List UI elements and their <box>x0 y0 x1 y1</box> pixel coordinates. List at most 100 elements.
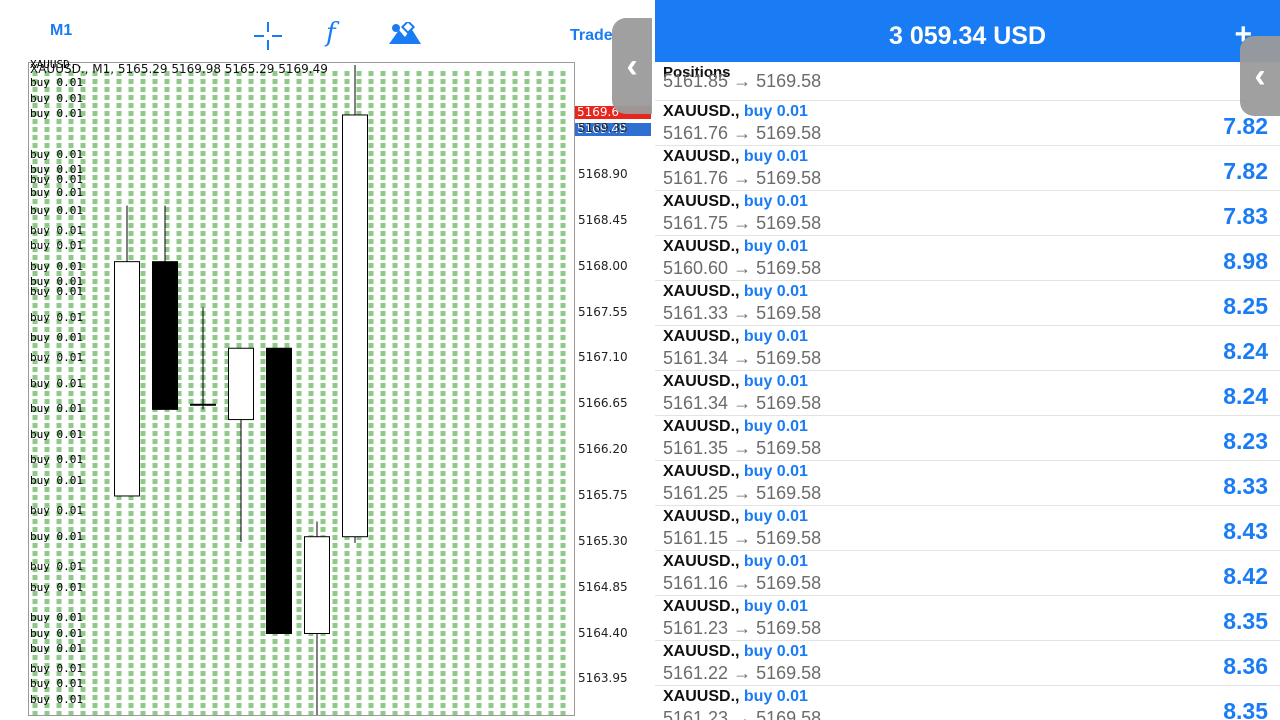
order-label: buy 0.01 <box>30 504 83 518</box>
position-side: buy 0.01 <box>743 148 808 165</box>
position-prices: 5161.76 → 5169.58 <box>663 123 822 143</box>
position-side: buy 0.01 <box>743 103 808 120</box>
position-profit: 8.35 <box>1223 698 1268 720</box>
objects-icon[interactable] <box>388 19 422 46</box>
position-profit: 8.24 <box>1223 338 1268 364</box>
position-prices: 5161.75 → 5169.58 <box>663 213 822 233</box>
position-profit: 8.23 <box>1223 428 1268 454</box>
trade-button[interactable]: Trade <box>570 27 613 45</box>
order-label: buy 0.01 <box>30 259 83 273</box>
positions-pane: 3 059.34 USD + Positions 5161.85 → 5169.… <box>655 0 1280 720</box>
candle-body <box>190 403 216 406</box>
price-tick: 5164.40 <box>578 625 628 640</box>
order-label: buy 0.01 <box>30 611 83 625</box>
chart-collapse-button[interactable]: ‹ <box>612 18 652 114</box>
position-profit: 7.82 <box>1223 158 1268 184</box>
balance-bar: 3 059.34 USD + <box>655 0 1280 62</box>
position-profit: 7.83 <box>1223 203 1268 229</box>
order-label: buy 0.01 <box>30 473 83 487</box>
position-row[interactable]: XAUUSD., buy 0.01 5161.25 → 5169.58 8.33 <box>655 460 1280 506</box>
order-label: buy 0.01 <box>30 203 83 217</box>
position-row[interactable]: XAUUSD., buy 0.01 5161.34 → 5169.58 8.24 <box>655 370 1280 416</box>
position-prices: 5161.76 → 5169.58 <box>663 168 822 188</box>
balance-value: 3 059.34 USD <box>888 22 1047 50</box>
position-row[interactable]: XAUUSD., buy 0.01 5161.22 → 5169.58 8.36 <box>655 640 1280 686</box>
price-tick: 5166.65 <box>578 396 628 411</box>
order-label: buy 0.01 <box>30 376 83 390</box>
position-side: buy 0.01 <box>743 688 808 705</box>
order-label: buy 0.01 <box>30 529 83 543</box>
position-symbol: XAUUSD., buy 0.01 <box>663 103 808 120</box>
position-row[interactable]: XAUUSD., buy 0.01 5161.23 → 5169.58 8.35 <box>655 595 1280 641</box>
position-symbol: XAUUSD., buy 0.01 <box>663 508 808 525</box>
position-prices: 5161.34 → 5169.58 <box>663 348 822 368</box>
position-symbol: XAUUSD., buy 0.01 <box>663 193 808 210</box>
position-prices: 5161.15 → 5169.58 <box>663 528 822 548</box>
position-side: buy 0.01 <box>743 328 808 345</box>
chart-toolbar: M1 f Trade <box>0 0 655 62</box>
positions-collapse-button[interactable]: ‹ <box>1240 36 1280 116</box>
position-symbol: XAUUSD., buy 0.01 <box>663 373 808 390</box>
order-label: buy 0.01 <box>30 580 83 594</box>
order-label: buy 0.01 <box>30 453 83 467</box>
crosshair-icon[interactable] <box>252 20 284 52</box>
chart-pane: M1 f Trade XAUUSD., M1, 5165.29 5169.98 … <box>0 0 655 720</box>
order-label: buy 0.01 <box>30 427 83 441</box>
position-prices: 5160.60 → 5169.58 <box>663 258 822 278</box>
position-row[interactable]: XAUUSD., buy 0.01 5161.75 → 5169.58 7.83 <box>655 190 1280 236</box>
price-tick: 5167.10 <box>578 350 628 365</box>
chart-area[interactable] <box>28 62 575 716</box>
position-prices: 5161.25 → 5169.58 <box>663 483 822 503</box>
position-prices: 5161.22 → 5169.58 <box>663 663 822 683</box>
position-prices: 5161.23 → 5169.58 <box>663 708 822 720</box>
position-side: buy 0.01 <box>743 238 808 255</box>
position-side: buy 0.01 <box>743 373 808 390</box>
price-tick: 5167.55 <box>578 304 628 319</box>
position-row[interactable]: XAUUSD., buy 0.01 5161.76 → 5169.58 7.82 <box>655 100 1280 146</box>
order-label: buy 0.01 <box>30 331 83 345</box>
price-tick: 5165.75 <box>578 487 628 502</box>
candle-body <box>152 261 178 410</box>
position-profit: 8.33 <box>1223 473 1268 499</box>
price-tick: 5163.95 <box>578 671 628 686</box>
position-side: buy 0.01 <box>743 418 808 435</box>
candle-body <box>342 114 368 538</box>
chart-canvas <box>32 65 566 715</box>
position-row[interactable]: XAUUSD., buy 0.01 5161.76 → 5169.58 7.82 <box>655 145 1280 191</box>
position-row[interactable]: XAUUSD., buy 0.01 5161.16 → 5169.58 8.42 <box>655 550 1280 596</box>
order-label: buy 0.01 <box>30 173 83 187</box>
timeframe-button[interactable]: M1 <box>50 22 72 40</box>
candle-body <box>114 261 140 497</box>
order-label: buy 0.01 <box>30 239 83 253</box>
price-axis: 5169.6 5169.49 5169.35 5168.90 5168.45 5168… <box>574 62 654 720</box>
position-profit: 7.82 <box>1223 113 1268 139</box>
position-prices: 5161.34 → 5169.58 <box>663 393 822 413</box>
candle-body <box>266 347 292 634</box>
price-tick: 5168.45 <box>578 212 628 227</box>
position-symbol: XAUUSD., buy 0.01 <box>663 148 808 165</box>
order-label: buy 0.01 <box>30 310 83 324</box>
position-row[interactable]: XAUUSD., buy 0.01 5161.33 → 5169.58 8.25 <box>655 280 1280 326</box>
position-prices: 5161.16 → 5169.58 <box>663 573 822 593</box>
price-tick: 5168.90 <box>578 167 628 182</box>
candle-body <box>304 536 330 634</box>
position-row[interactable]: XAUUSD., buy 0.01 5161.15 → 5169.58 8.43 <box>655 505 1280 551</box>
position-row[interactable]: XAUUSD., buy 0.01 5161.23 → 5169.58 8.35 <box>655 685 1280 720</box>
indicators-icon[interactable]: f <box>326 18 336 48</box>
order-label: buy 0.01 <box>30 76 83 90</box>
position-symbol: XAUUSD., buy 0.01 <box>663 283 808 300</box>
price-tick: 5168.00 <box>578 258 628 273</box>
position-prices: 5161.23 → 5169.58 <box>663 618 822 638</box>
position-row[interactable]: XAUUSD., buy 0.01 5161.34 → 5169.58 8.24 <box>655 325 1280 371</box>
position-symbol: XAUUSD., buy 0.01 <box>663 418 808 435</box>
position-side: buy 0.01 <box>743 553 808 570</box>
order-label: buy 0.01 <box>30 626 83 640</box>
position-row[interactable]: XAUUSD., buy 0.01 5160.60 → 5169.58 8.98 <box>655 235 1280 281</box>
order-label: buy 0.01 <box>30 147 83 161</box>
position-symbol: XAUUSD., buy 0.01 <box>663 598 808 615</box>
order-label: buy 0.01 <box>30 677 83 691</box>
order-label: buy 0.01 <box>30 224 83 238</box>
position-row[interactable]: XAUUSD., buy 0.01 5161.35 → 5169.58 8.23 <box>655 415 1280 461</box>
position-side: buy 0.01 <box>743 193 808 210</box>
order-label: buy 0.01 <box>30 641 83 655</box>
